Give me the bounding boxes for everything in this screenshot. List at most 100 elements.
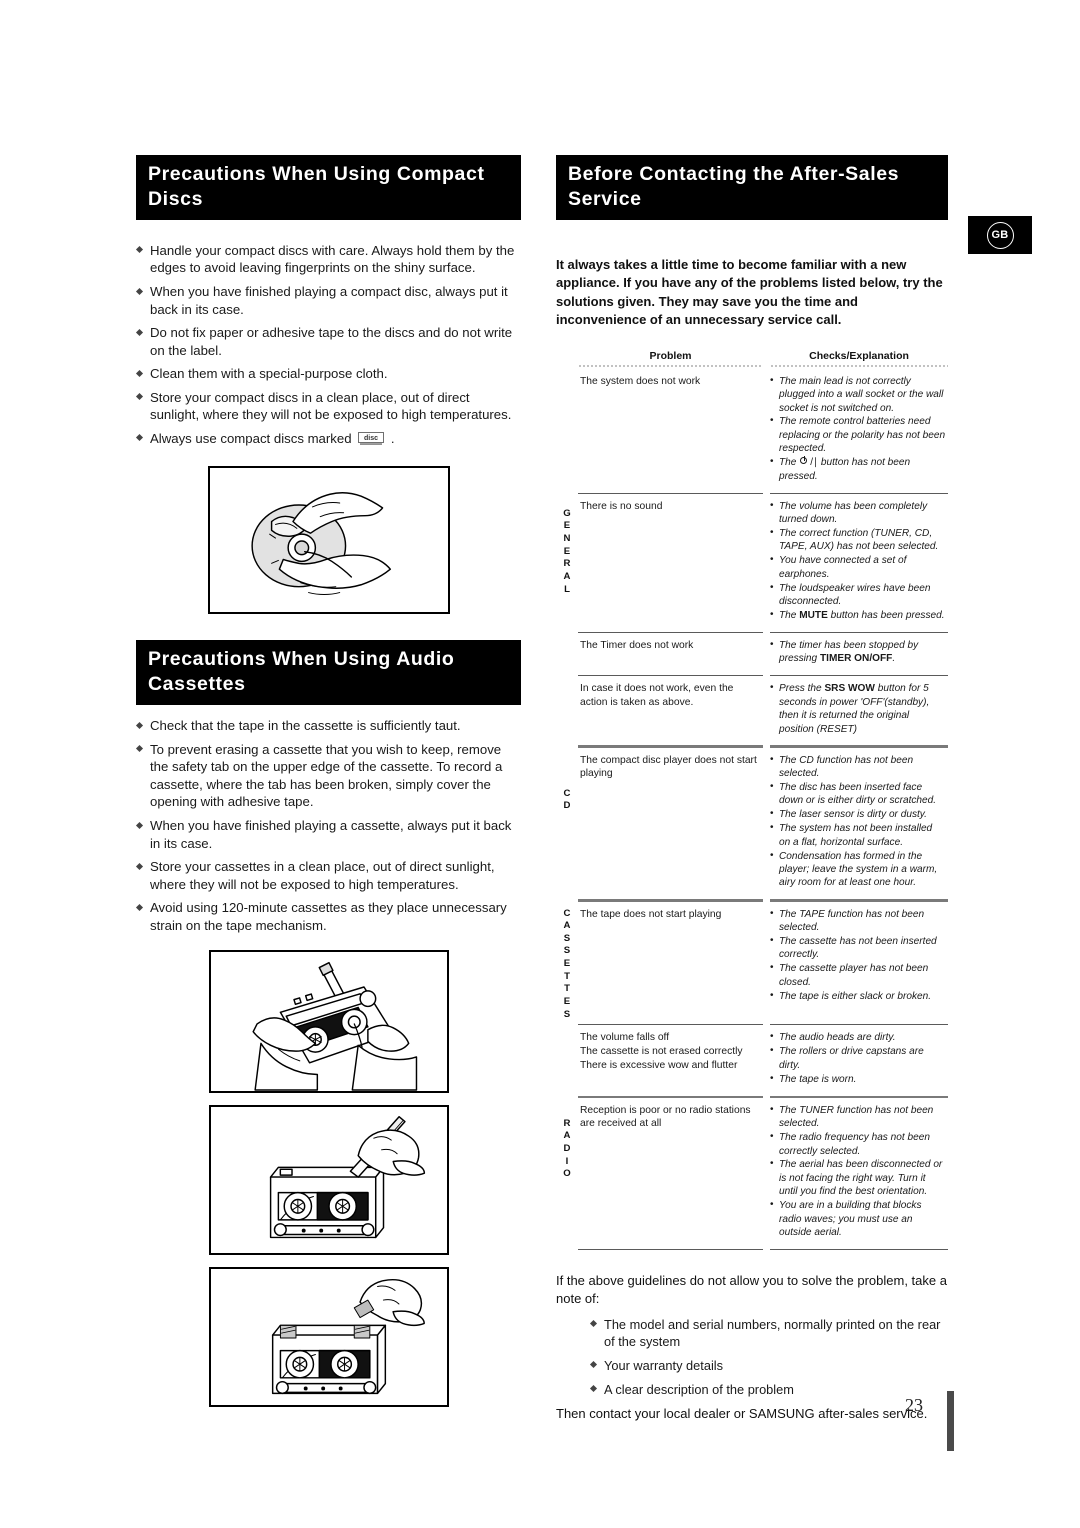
power-standby-icon <box>800 456 809 466</box>
table-row: RADIO Reception is poor or no radio stat… <box>556 1100 948 1246</box>
check-item-mute: The MUTE button has been pressed. <box>770 608 946 622</box>
page-edge-marker <box>947 1391 954 1451</box>
table-row: CD The compact disc player does not star… <box>556 750 948 897</box>
check-item: The cassette player has not been closed. <box>770 961 946 989</box>
list-item: When you have finished playing a cassett… <box>136 817 521 852</box>
row-divider <box>556 1249 948 1251</box>
table-row: The Timer does not work The timer has be… <box>556 635 948 672</box>
section-title-compact-discs: Precautions When Using Compact Discs <box>136 155 521 220</box>
check-item: The TAPE function has not been selected. <box>770 907 946 935</box>
check-item: The radio frequency has not been correct… <box>770 1130 946 1158</box>
checks-cell: The volume has been completely turned do… <box>763 496 948 629</box>
problem-cell: The system does not work <box>580 375 701 387</box>
problem-cell: In case it does not work, even the actio… <box>580 683 734 708</box>
table-row: CASSETTES The tape does not start playin… <box>556 904 948 1022</box>
page-number: 23 <box>905 1395 923 1415</box>
list-item: When you have finished playing a compact… <box>136 283 521 318</box>
section-title-after-sales-service: Before Contacting the After-Sales Servic… <box>556 155 948 220</box>
list-item: Your warranty details <box>590 1357 948 1374</box>
row-divider <box>556 1024 948 1026</box>
srs-wow-button-label: SRS WOW <box>824 683 875 695</box>
table-header-row: Problem Checks/Explanation <box>556 350 948 365</box>
table-row: GENERAL There is no sound The volume has… <box>556 496 948 629</box>
compact-disc-precautions-list: Handle your compact discs with care. Alw… <box>136 242 521 450</box>
checks-cell: The CD function has not been selected. T… <box>763 750 948 897</box>
troubleshooting-table: Problem Checks/Explanation The system do… <box>556 350 948 1251</box>
disc-logo-suffix: . <box>390 430 395 446</box>
right-column: Before Contacting the After-Sales Servic… <box>556 155 948 1423</box>
table-row: The system does not work The main lead i… <box>556 371 948 490</box>
audio-cassette-precautions-list: Check that the tape in the cassette is s… <box>136 717 521 934</box>
section-divider <box>556 1095 948 1098</box>
checks-cell: The TAPE function has not been selected.… <box>763 904 948 1022</box>
illustration-cover-opening-with-tape <box>208 1267 449 1408</box>
column-header-problem: Problem <box>649 349 692 362</box>
section-label-radio: RADIO <box>563 1117 571 1180</box>
list-item: Store your compact discs in a clean plac… <box>136 389 521 424</box>
problem-cell: The tape does not start playing <box>580 908 722 920</box>
problem-cell: The compact disc player does not start p… <box>580 754 757 780</box>
list-item: Avoid using 120-minute cassettes as they… <box>136 899 521 934</box>
checks-cell: The audio heads are dirty. The rollers o… <box>763 1027 948 1092</box>
check-item: The remote control batteries need replac… <box>770 414 946 455</box>
region-badge-gb: GB <box>968 216 1032 254</box>
mute-button-label: MUTE <box>799 609 828 621</box>
svg-text:disc: disc <box>364 435 378 442</box>
checks-cell: The TUNER function has not been selected… <box>763 1100 948 1246</box>
gb-badge-label: GB <box>986 221 1014 249</box>
illustration-remove-safety-tab <box>208 1105 449 1256</box>
table-row: In case it does not work, even the actio… <box>556 678 948 742</box>
column-header-checks: Checks/Explanation <box>809 349 909 362</box>
list-item: A clear description of the problem <box>590 1381 948 1398</box>
section-label-cd: CD <box>563 787 571 812</box>
list-item-disc-logo: Always use compact discs marked disc . <box>136 430 521 451</box>
illustration-cleaning-compact-disc <box>207 466 450 615</box>
check-item: The rollers or drive capstans are dirty. <box>770 1044 946 1072</box>
problem-cell: The Timer does not work <box>580 639 694 651</box>
section-divider <box>556 745 948 748</box>
table-row: The volume falls off The cassette is not… <box>556 1027 948 1092</box>
after-sales-intro-text: It always takes a little time to become … <box>556 256 943 328</box>
problem-cell: There is no sound <box>580 500 663 512</box>
manual-page: GB Precautions When Using Compact Discs … <box>0 0 1080 1528</box>
closing-bullets: The model and serial numbers, normally p… <box>590 1316 948 1398</box>
check-item: You have connected a set of earphones. <box>770 553 946 581</box>
disc-logo-prefix: Always use compact discs marked <box>150 430 352 446</box>
closing-lead-text: If the above guidelines do not allow you… <box>556 1273 947 1306</box>
problem-cell: The volume falls off The cassette is not… <box>580 1032 743 1071</box>
checks-cell: The main lead is not correctly plugged i… <box>763 371 948 490</box>
check-item: The system has not been installed on a f… <box>770 821 946 849</box>
section-label-cassettes: CASSETTES <box>563 907 571 1020</box>
check-item: The laser sensor is dirty or dusty. <box>770 807 946 821</box>
header-dotted-separator <box>556 364 948 367</box>
check-item: You are in a building that blocks radio … <box>770 1198 946 1239</box>
check-item-srs-wow: Press the SRS WOW button for 5 seconds i… <box>770 681 946 736</box>
section-title-audio-cassettes: Precautions When Using Audio Cassettes <box>136 640 521 706</box>
checks-cell: The timer has been stopped by pressing T… <box>763 635 948 672</box>
section-label <box>556 678 578 742</box>
check-item-power-button: The /∣ button has not been pressed. <box>770 455 946 483</box>
closing-section: If the above guidelines do not allow you… <box>556 1272 948 1423</box>
list-item: Do not fix paper or adhesive tape to the… <box>136 324 521 359</box>
check-item: The main lead is not correctly plugged i… <box>770 374 946 415</box>
list-item: Handle your compact discs with care. Alw… <box>136 242 521 277</box>
list-item: The model and serial numbers, normally p… <box>590 1316 948 1350</box>
list-item: Store your cassettes in a clean place, o… <box>136 858 521 893</box>
check-item: Condensation has formed in the player; l… <box>770 849 946 890</box>
problem-cell: Reception is poor or no radio stations a… <box>580 1104 751 1130</box>
check-item: The audio heads are dirty. <box>770 1030 946 1044</box>
section-label-general: GENERAL <box>563 507 571 595</box>
check-item: The correct function (TUNER, CD, TAPE, A… <box>770 526 946 554</box>
check-item: The volume has been completely turned do… <box>770 499 946 527</box>
section-label <box>556 635 578 672</box>
checks-cell: Press the SRS WOW button for 5 seconds i… <box>763 678 948 742</box>
check-item: The loudspeaker wires have been disconne… <box>770 581 946 609</box>
row-divider <box>556 675 948 677</box>
check-item: The disc has been inserted face down or … <box>770 780 946 808</box>
section-label <box>556 371 578 490</box>
closing-tail-text: Then contact your local dealer or SAMSUN… <box>556 1405 928 1421</box>
check-item: The CD function has not been selected. <box>770 753 946 781</box>
list-item: To prevent erasing a cassette that you w… <box>136 741 521 811</box>
check-item: The aerial has been disconnected or is n… <box>770 1157 946 1198</box>
timer-onoff-button-label: TIMER ON/OFF <box>819 653 893 665</box>
